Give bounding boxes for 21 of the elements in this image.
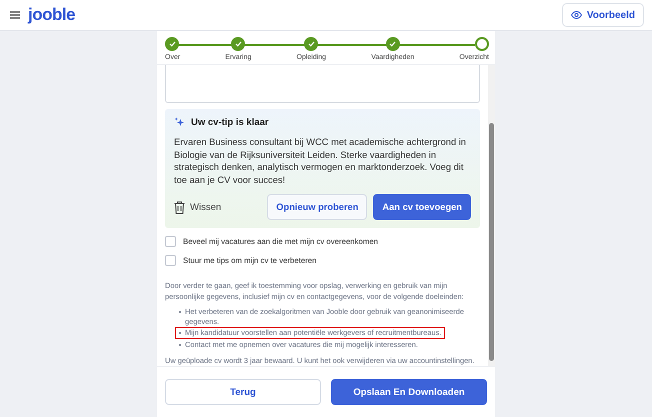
sparkle-icon <box>174 117 185 128</box>
eye-icon <box>570 11 582 19</box>
clear-button[interactable]: Wissen <box>174 200 222 214</box>
add-to-cv-button[interactable]: Aan cv toevoegen <box>373 194 471 220</box>
menu-icon[interactable] <box>10 11 20 19</box>
check-icon <box>234 41 242 47</box>
check-icon <box>389 41 396 47</box>
check-icon <box>308 41 315 47</box>
tip-text: Ervaren Business consultant bij WCC met academische achtergrond in Biologie van de Rijksuniversiteit Leiden. Sterke vaardigheden in strategisch denken, analytisch vermogen en marktonderzoek. Voeg dit toe aan je CV voor succes! <box>174 136 467 186</box>
check-icon <box>168 41 176 47</box>
scrollbar-thumb[interactable] <box>489 123 494 361</box>
trash-icon <box>174 200 185 214</box>
checkbox[interactable] <box>165 236 176 247</box>
retry-button[interactable]: Opnieuw proberen <box>267 194 368 220</box>
preview-button[interactable]: Voorbeeld <box>562 3 644 27</box>
back-button[interactable]: Terug <box>165 379 321 405</box>
logo[interactable]: jooble <box>28 5 76 25</box>
save-download-button[interactable]: Opslaan En Downloaden <box>331 379 487 405</box>
text-area[interactable] <box>165 65 480 103</box>
tip-title: Uw cv-tip is klaar <box>191 117 269 128</box>
checkbox[interactable] <box>165 255 176 266</box>
